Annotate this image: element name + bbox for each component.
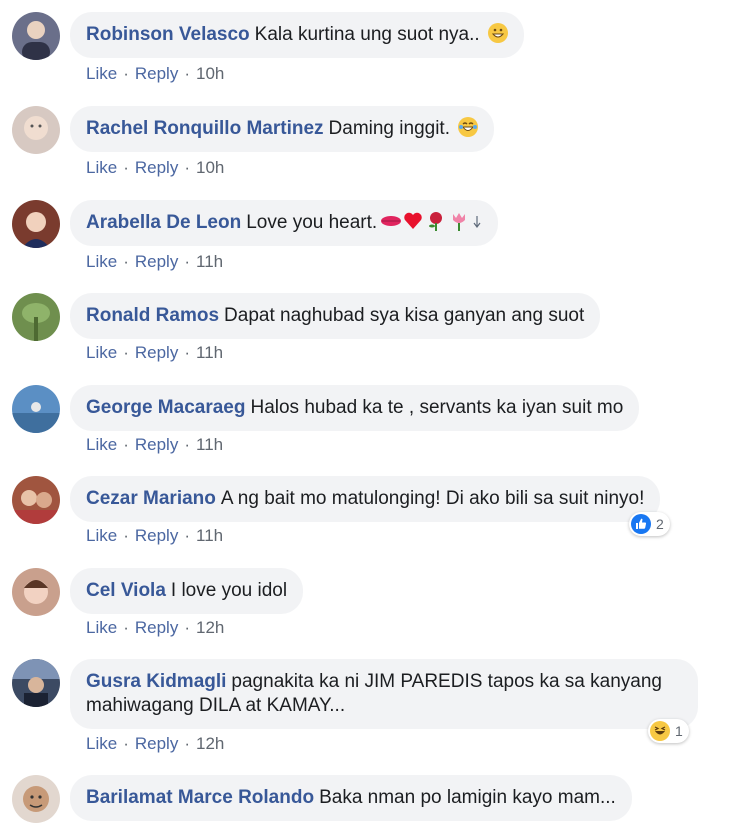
- comment-actions: Like · Reply · 10h: [86, 158, 224, 178]
- reply-link[interactable]: Reply: [135, 618, 178, 637]
- reply-link[interactable]: Reply: [135, 734, 178, 753]
- like-link[interactable]: Like: [86, 734, 117, 753]
- avatar[interactable]: [12, 476, 60, 524]
- arrow-down-icon: [472, 211, 482, 231]
- like-link[interactable]: Like: [86, 64, 117, 83]
- grin-emoji-icon: [487, 23, 508, 43]
- separator: ·: [123, 343, 129, 362]
- reply-link[interactable]: Reply: [135, 343, 178, 362]
- comment-actions: Like · Reply · 12h: [86, 618, 224, 638]
- rose-emoji-icon: [426, 211, 446, 231]
- reply-link[interactable]: Reply: [135, 64, 178, 83]
- tulip-emoji-icon: [449, 211, 469, 231]
- comment-bubble: Cel Viola I love you idol: [70, 568, 304, 614]
- avatar[interactable]: [12, 293, 60, 341]
- comment-time[interactable]: 11h: [196, 252, 223, 271]
- separator: ·: [123, 64, 129, 83]
- comment-text: Kala kurtina ung suot nya..: [254, 24, 480, 45]
- reaction-count[interactable]: 2: [629, 512, 670, 536]
- like-link[interactable]: Like: [86, 343, 117, 362]
- avatar[interactable]: [12, 200, 60, 248]
- separator: ·: [184, 526, 190, 545]
- reply-link[interactable]: Reply: [135, 435, 178, 454]
- avatar[interactable]: [12, 568, 60, 616]
- comment-bubble: Rachel Ronquillo Martinez Daming inggit.: [70, 106, 495, 152]
- reaction-count-label: 2: [656, 516, 664, 532]
- lips-emoji-icon: [380, 211, 402, 231]
- comment-actions: Like · Reply · 11h: [86, 435, 223, 455]
- tears-of-joy-emoji-icon: [458, 117, 479, 137]
- comment-time[interactable]: 11h: [196, 435, 223, 454]
- comment-actions: Like · Reply · 11h: [86, 526, 223, 546]
- separator: ·: [123, 526, 129, 545]
- reaction-count[interactable]: 1: [648, 719, 689, 743]
- comment-bubble: Barilamat Marce Rolando Baka nman po lami…: [70, 775, 632, 821]
- comment-author[interactable]: Rachel Ronquillo Martinez: [86, 118, 324, 139]
- like-link[interactable]: Like: [86, 526, 117, 545]
- comment-author[interactable]: Robinson Velasco: [86, 24, 250, 45]
- comment-text: Halos hubad ka te , servants ka iyan sui…: [250, 397, 624, 418]
- comment-text: I love you idol: [170, 580, 288, 601]
- separator: ·: [184, 435, 190, 454]
- comment-time[interactable]: 10h: [196, 64, 224, 83]
- heart-emoji-icon: [403, 211, 423, 231]
- comment-text: Daming inggit.: [328, 118, 450, 139]
- comment-author[interactable]: Arabella De Leon: [86, 212, 241, 233]
- comment-time[interactable]: 10h: [196, 158, 224, 177]
- comment-text: Dapat naghubad sya kisa ganyan ang suot: [224, 305, 585, 326]
- separator: ·: [184, 343, 190, 362]
- comment-author[interactable]: Gusra Kidmagli: [86, 671, 226, 692]
- comment-text: Baka nman po lamigin kayo mam...: [319, 787, 616, 808]
- comment-time[interactable]: 12h: [196, 734, 224, 753]
- reply-link[interactable]: Reply: [135, 252, 178, 271]
- like-link[interactable]: Like: [86, 252, 117, 271]
- like-link[interactable]: Like: [86, 435, 117, 454]
- avatar[interactable]: [12, 12, 60, 60]
- separator: ·: [184, 734, 190, 753]
- comment-actions: Like · Reply · 10h: [86, 64, 224, 84]
- comment-text: Love you heart.: [246, 212, 378, 233]
- separator: ·: [123, 734, 129, 753]
- comment-actions: Like · Reply · 11h: [86, 343, 223, 363]
- like-reaction-icon: [631, 514, 651, 534]
- comment-author[interactable]: Barilamat Marce Rolando: [86, 787, 314, 808]
- separator: ·: [123, 158, 129, 177]
- comment-author[interactable]: Cezar Mariano: [86, 488, 216, 509]
- comment-bubble: Gusra Kidmagli pagnakita ka ni JIM PAREDI…: [70, 659, 698, 729]
- avatar[interactable]: [12, 775, 60, 823]
- comment-time[interactable]: 12h: [196, 618, 224, 637]
- comment-time[interactable]: 11h: [196, 526, 223, 545]
- avatar[interactable]: [12, 385, 60, 433]
- separator: ·: [184, 252, 190, 271]
- avatar[interactable]: [12, 106, 60, 154]
- reply-link[interactable]: Reply: [135, 526, 178, 545]
- comment-time[interactable]: 11h: [196, 343, 223, 362]
- separator: ·: [123, 252, 129, 271]
- separator: ·: [123, 435, 129, 454]
- comment-bubble: Arabella De Leon Love you heart.: [70, 200, 499, 246]
- comment-author[interactable]: George Macaraeg: [86, 397, 245, 418]
- reply-link[interactable]: Reply: [135, 158, 178, 177]
- comment-actions: Like · Reply · 12h: [86, 734, 224, 754]
- separator: ·: [184, 618, 190, 637]
- like-link[interactable]: Like: [86, 618, 117, 637]
- like-link[interactable]: Like: [86, 158, 117, 177]
- comment-actions: Like · Reply · 11h: [86, 252, 223, 272]
- haha-reaction-icon: [650, 721, 670, 741]
- comment-bubble: George Macaraeg Halos hubad ka te , serva…: [70, 385, 640, 431]
- avatar[interactable]: [12, 659, 60, 707]
- comment-author[interactable]: Cel Viola: [86, 580, 166, 601]
- comment-text: A ng bait mo matulonging! Di ako bili sa…: [220, 488, 645, 509]
- separator: ·: [123, 618, 129, 637]
- separator: ·: [184, 158, 190, 177]
- separator: ·: [184, 64, 190, 83]
- reaction-count-label: 1: [675, 723, 683, 739]
- comment-author[interactable]: Ronald Ramos: [86, 305, 219, 326]
- comment-bubble: Ronald Ramos Dapat naghubad sya kisa gany…: [70, 293, 601, 339]
- comment-bubble: Cezar Mariano A ng bait mo matulonging! D…: [70, 476, 661, 522]
- comment-bubble: Robinson Velasco Kala kurtina ung suot ny…: [70, 12, 524, 58]
